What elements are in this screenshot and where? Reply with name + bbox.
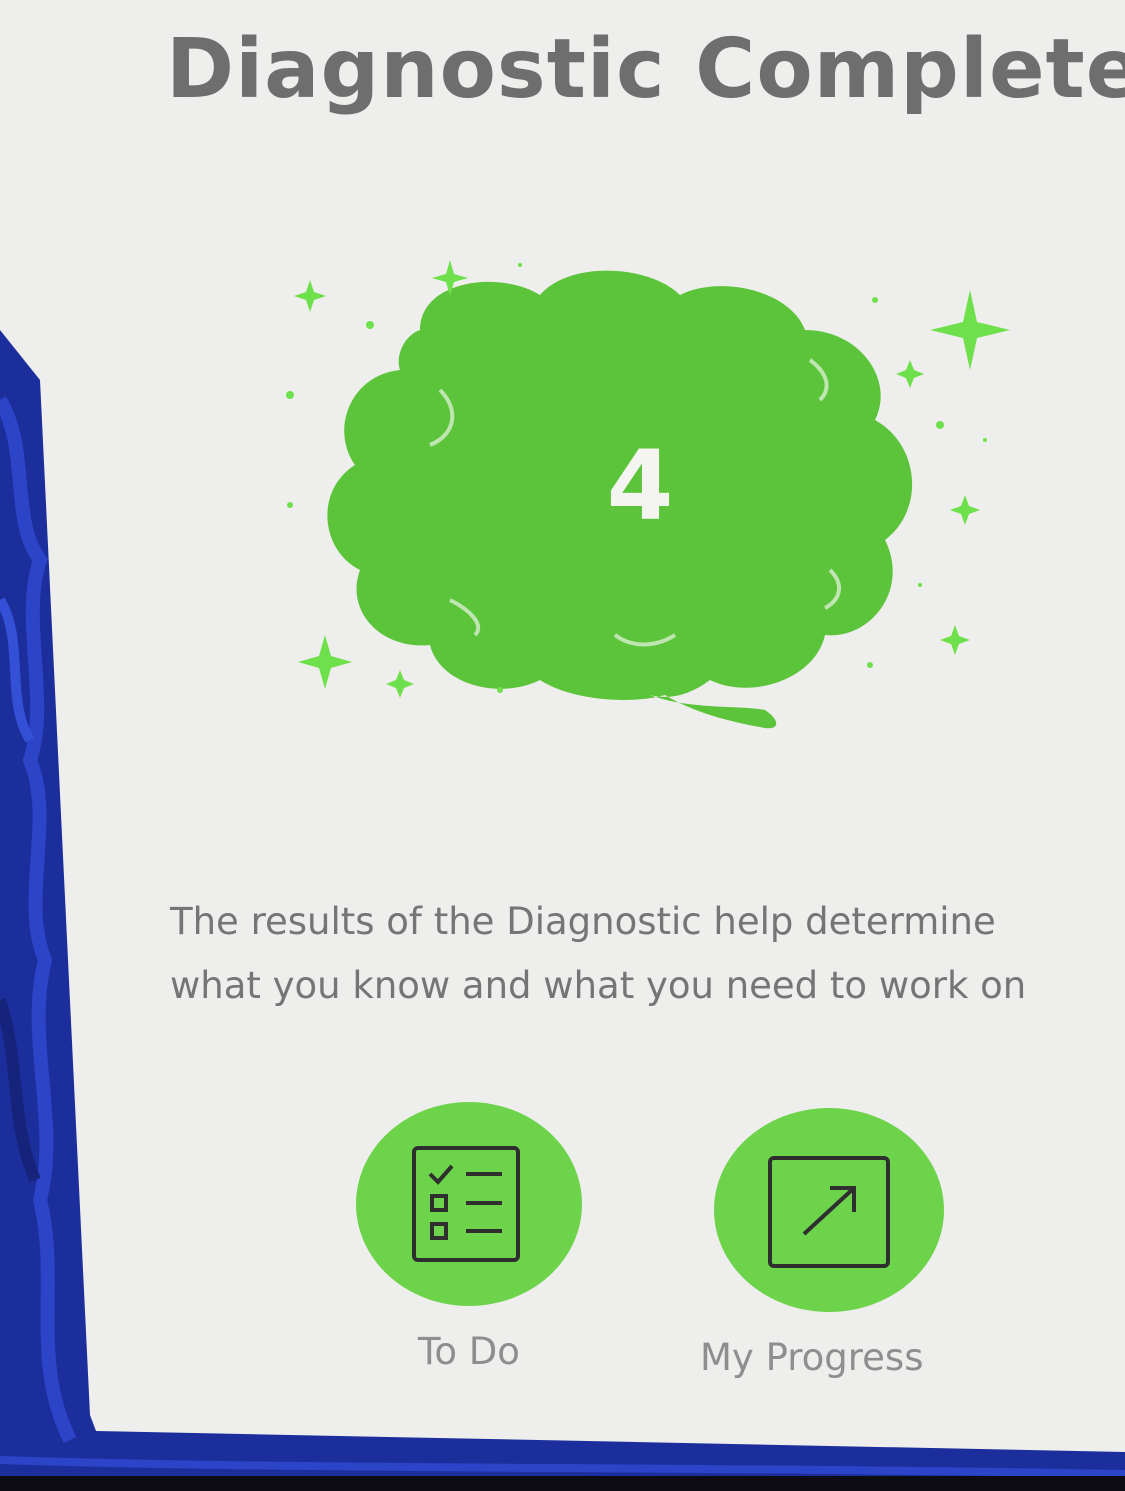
- my-progress-label[interactable]: My Progress: [700, 1336, 923, 1379]
- todo-label[interactable]: To Do: [418, 1330, 520, 1373]
- bottom-bezel: [0, 1476, 1125, 1491]
- todo-button[interactable]: [356, 1102, 582, 1306]
- score-value: 4: [606, 430, 674, 542]
- score-illustration: 4: [270, 240, 1030, 760]
- description-line-2: what you know and what you need to work …: [170, 964, 1027, 1007]
- checklist-icon: [412, 1146, 520, 1262]
- page-title: Diagnostic Complete!: [166, 22, 1125, 117]
- result-description: The results of the Diagnostic help deter…: [170, 890, 1090, 1018]
- my-progress-button[interactable]: [714, 1108, 944, 1312]
- description-line-1: The results of the Diagnostic help deter…: [170, 900, 996, 943]
- arrow-up-right-icon: [768, 1156, 890, 1268]
